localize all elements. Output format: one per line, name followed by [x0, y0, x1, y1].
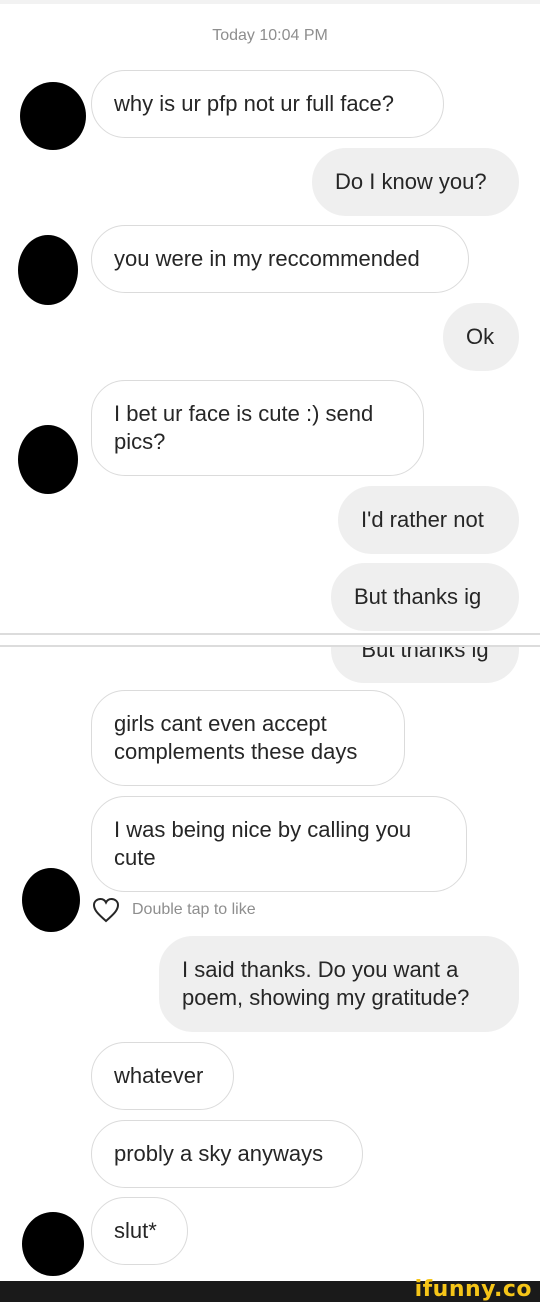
watermark-bar: ifunny.co: [0, 1277, 540, 1302]
message-bubble-outgoing[interactable]: I said thanks. Do you want a poem, showi…: [159, 936, 519, 1032]
message-bubble-incoming[interactable]: girls cant even accept complements these…: [91, 690, 405, 786]
like-row[interactable]: Double tap to like: [92, 896, 256, 924]
message-bubble-incoming[interactable]: I bet ur face is cute :) send pics?: [91, 380, 424, 476]
message-bubble-outgoing[interactable]: Do I know you?: [312, 148, 519, 216]
message-bubble-incoming[interactable]: why is ur pfp not ur full face?: [91, 70, 444, 138]
seam-line: [0, 633, 540, 635]
message-bubble-incoming[interactable]: I was being nice by calling you cute: [91, 796, 467, 892]
cropped-message: But thanks ig: [0, 647, 540, 687]
avatar[interactable]: [22, 868, 80, 932]
avatar[interactable]: [22, 1212, 84, 1276]
avatar[interactable]: [18, 425, 78, 494]
message-bubble-outgoing[interactable]: I'd rather not: [338, 486, 519, 554]
message-bubble-outgoing[interactable]: Ok: [443, 303, 519, 371]
avatar[interactable]: [18, 235, 78, 305]
message-bubble-incoming[interactable]: probly a sky anyways: [91, 1120, 363, 1188]
message-bubble-outgoing[interactable]: But thanks ig: [331, 563, 519, 631]
avatar[interactable]: [20, 82, 86, 150]
message-bubble-incoming[interactable]: slut*: [91, 1197, 188, 1265]
top-edge: [0, 0, 540, 4]
watermark-logo: ifunny.co: [414, 1277, 532, 1302]
message-bubble-incoming[interactable]: whatever: [91, 1042, 234, 1110]
timestamp: Today 10:04 PM: [212, 27, 328, 44]
message-bubble-outgoing[interactable]: But thanks ig: [331, 647, 519, 683]
message-bubble-incoming[interactable]: you were in my reccommended: [91, 225, 469, 293]
like-hint: Double tap to like: [132, 901, 256, 918]
heart-icon[interactable]: [92, 897, 120, 923]
